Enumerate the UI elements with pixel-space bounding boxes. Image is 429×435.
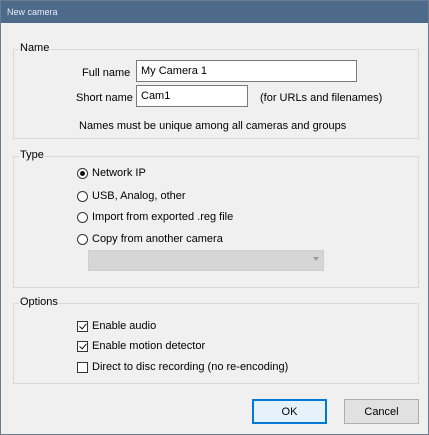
full-name-input[interactable] [136, 60, 357, 82]
short-name-label: Short name [76, 92, 133, 104]
cancel-button[interactable]: Cancel [344, 399, 419, 424]
short-name-input[interactable] [136, 85, 248, 107]
check-enable-audio[interactable]: Enable audio [77, 318, 156, 334]
checkbox-label: Enable motion detector [92, 340, 206, 352]
checkbox-indicator[interactable] [77, 320, 88, 332]
radio-indicator[interactable] [77, 190, 88, 202]
radio-usb-analog[interactable]: USB, Analog, other [77, 188, 186, 204]
name-group-label: Name [19, 42, 51, 54]
window-title: New camera [1, 1, 428, 23]
ok-button[interactable]: OK [252, 399, 327, 424]
options-group-label: Options [19, 296, 59, 308]
checkbox-indicator[interactable] [77, 361, 88, 373]
radio-indicator[interactable] [77, 211, 88, 223]
radio-indicator[interactable] [77, 167, 88, 179]
short-name-hint: (for URLs and filenames) [260, 92, 383, 104]
unique-names-note: Names must be unique among all cameras a… [79, 120, 347, 132]
radio-import-reg[interactable]: Import from exported .reg file [77, 209, 233, 225]
new-camera-dialog: New camera Name Full name Short name (fo… [0, 0, 429, 435]
full-name-label: Full name [82, 67, 131, 79]
radio-copy-camera[interactable]: Copy from another camera [77, 231, 223, 247]
radio-network-ip[interactable]: Network IP [77, 165, 146, 181]
radio-label: USB, Analog, other [92, 190, 186, 202]
radio-label: Import from exported .reg file [92, 211, 234, 223]
checkbox-indicator[interactable] [77, 340, 88, 352]
checkbox-label: Enable audio [92, 320, 157, 332]
copy-source-dropdown[interactable] [88, 250, 324, 271]
check-direct-to-disc[interactable]: Direct to disc recording (no re-encoding… [77, 359, 288, 375]
type-group-label: Type [19, 149, 45, 161]
radio-label: Copy from another camera [92, 233, 223, 245]
radio-indicator[interactable] [77, 233, 88, 245]
check-motion-detector[interactable]: Enable motion detector [77, 338, 205, 354]
radio-label: Network IP [92, 167, 146, 179]
chevron-down-icon [313, 257, 319, 261]
checkbox-label: Direct to disc recording (no re-encoding… [92, 361, 289, 373]
